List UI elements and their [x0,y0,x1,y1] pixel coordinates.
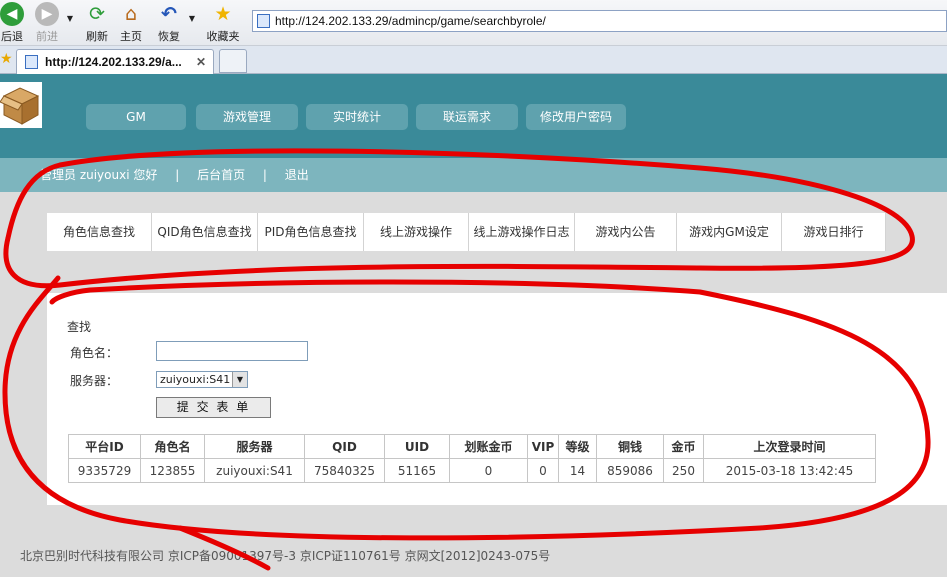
col-copper: 铜钱 [596,434,664,459]
forward-dropdown-icon[interactable]: ▼ [64,14,76,23]
col-transfer-gold: 划账金币 [449,434,528,459]
chevron-down-icon[interactable]: ▼ [232,372,247,387]
tab-daily-ranking[interactable]: 游戏日排行 [782,213,886,251]
user-bar: 管理员 zuiyouxi 您好 | 后台首页 | 退出 [0,158,947,192]
col-platform-id: 平台ID [68,434,141,459]
server-label: 服务器： [70,374,119,388]
tab-role-search[interactable]: 角色信息查找 [47,213,152,251]
separator: | [262,168,267,182]
restore-button[interactable]: ↶ 恢复 [154,2,184,44]
restore-dropdown-icon[interactable]: ▼ [186,14,198,23]
cell-platform-id: 9335729 [68,458,141,483]
admin-greeting: 管理员 zuiyouxi 您好 [40,168,158,182]
col-uid: UID [384,434,450,459]
refresh-icon: ⟳ [89,3,105,25]
undo-icon: ↶ [161,3,177,25]
results-table: 平台ID 角色名 服务器 QID UID 划账金币 VIP 等级 铜钱 金币 上… [68,434,876,483]
cell-level: 14 [558,458,597,483]
browser-tab-title: http://124.202.133.29/a... [45,55,182,69]
nav-gm[interactable]: GM [86,104,186,130]
back-arrow-icon: ◀ [0,2,24,26]
footer-copyright: 北京巴别时代科技有限公司 京ICP备09001397号-3 京ICP证11076… [20,549,551,563]
page-icon [257,14,270,28]
server-select[interactable]: zuiyouxi:S41 ▼ [156,371,248,388]
site-header: GM 游戏管理 实时统计 联运需求 修改用户密码 [0,74,947,158]
page-icon [25,55,38,69]
home-link[interactable]: 后台首页 [197,168,245,182]
browser-toolbar: ◀ 后退 ▶ 前进 ▼ ⟳ 刷新 ⌂ 主页 ↶ 恢复 ▼ ★ 收藏夹 http:… [0,0,947,46]
submit-button[interactable]: 提 交 表 单 [156,397,271,418]
new-tab-button[interactable] [219,49,247,73]
col-role-name: 角色名 [140,434,205,459]
tab-game-announcements[interactable]: 游戏内公告 [575,213,677,251]
col-server: 服务器 [204,434,305,459]
separator: | [175,168,180,182]
refresh-button[interactable]: ⟳ 刷新 [82,2,112,44]
tab-online-operations[interactable]: 线上游戏操作 [364,213,469,251]
close-tab-icon[interactable]: ✕ [196,50,206,74]
home-icon: ⌂ [124,3,138,25]
table-row: 9335729 123855 zuiyouxi:S41 75840325 511… [68,458,876,483]
tab-qid-role-search[interactable]: QID角色信息查找 [152,213,258,251]
search-panel: 查找 角色名： 服务器： zuiyouxi:S41 ▼ 提 交 表 单 平台ID… [47,293,947,505]
tab-game-gm-settings[interactable]: 游戏内GM设定 [677,213,782,251]
tab-pid-role-search[interactable]: PID角色信息查找 [258,213,364,251]
role-name-input[interactable] [156,341,308,361]
cell-last-login: 2015-03-18 13:42:45 [703,458,876,483]
forward-button[interactable]: ▶ 前进 [30,2,64,44]
col-last-login: 上次登录时间 [703,434,876,459]
home-button[interactable]: ⌂ 主页 [116,2,146,44]
forward-arrow-icon: ▶ [35,2,59,26]
cell-copper: 859086 [596,458,664,483]
col-qid: QID [304,434,385,459]
logo [0,82,42,128]
address-bar[interactable]: http://124.202.133.29/admincp/game/searc… [252,10,947,32]
col-vip: VIP [527,434,559,459]
address-text: http://124.202.133.29/admincp/game/searc… [275,14,546,28]
search-title: 查找 [67,320,92,334]
col-gold: 金币 [663,434,704,459]
tab-bar: http://124.202.133.29/a... ✕ [0,46,947,75]
cell-gold: 250 [663,458,704,483]
favorites-button[interactable]: ★ 收藏夹 [203,2,243,44]
table-header-row: 平台ID 角色名 服务器 QID UID 划账金币 VIP 等级 铜钱 金币 上… [68,434,876,459]
cell-server: zuiyouxi:S41 [204,458,305,483]
nav-change-password[interactable]: 修改用户密码 [526,104,626,130]
cell-qid: 75840325 [304,458,385,483]
col-level: 等级 [558,434,597,459]
cell-vip: 0 [527,458,559,483]
box-logo-icon [0,87,40,125]
back-button[interactable]: ◀ 后退 [0,2,30,44]
cell-transfer-gold: 0 [449,458,528,483]
favorites-star-icon[interactable]: ★ [0,51,13,67]
star-icon: ★ [214,3,232,25]
cell-role-name: 123855 [140,458,205,483]
cell-uid: 51165 [384,458,450,483]
nav-game-management[interactable]: 游戏管理 [196,104,298,130]
browser-tab[interactable]: http://124.202.133.29/a... ✕ [16,49,214,75]
nav-partner-requests[interactable]: 联运需求 [416,104,518,130]
server-select-value: zuiyouxi:S41 [160,373,231,386]
nav-realtime-stats[interactable]: 实时统计 [306,104,408,130]
logout-link[interactable]: 退出 [285,168,309,182]
role-name-label: 角色名： [70,346,119,360]
tab-online-operations-log[interactable]: 线上游戏操作日志 [469,213,575,251]
